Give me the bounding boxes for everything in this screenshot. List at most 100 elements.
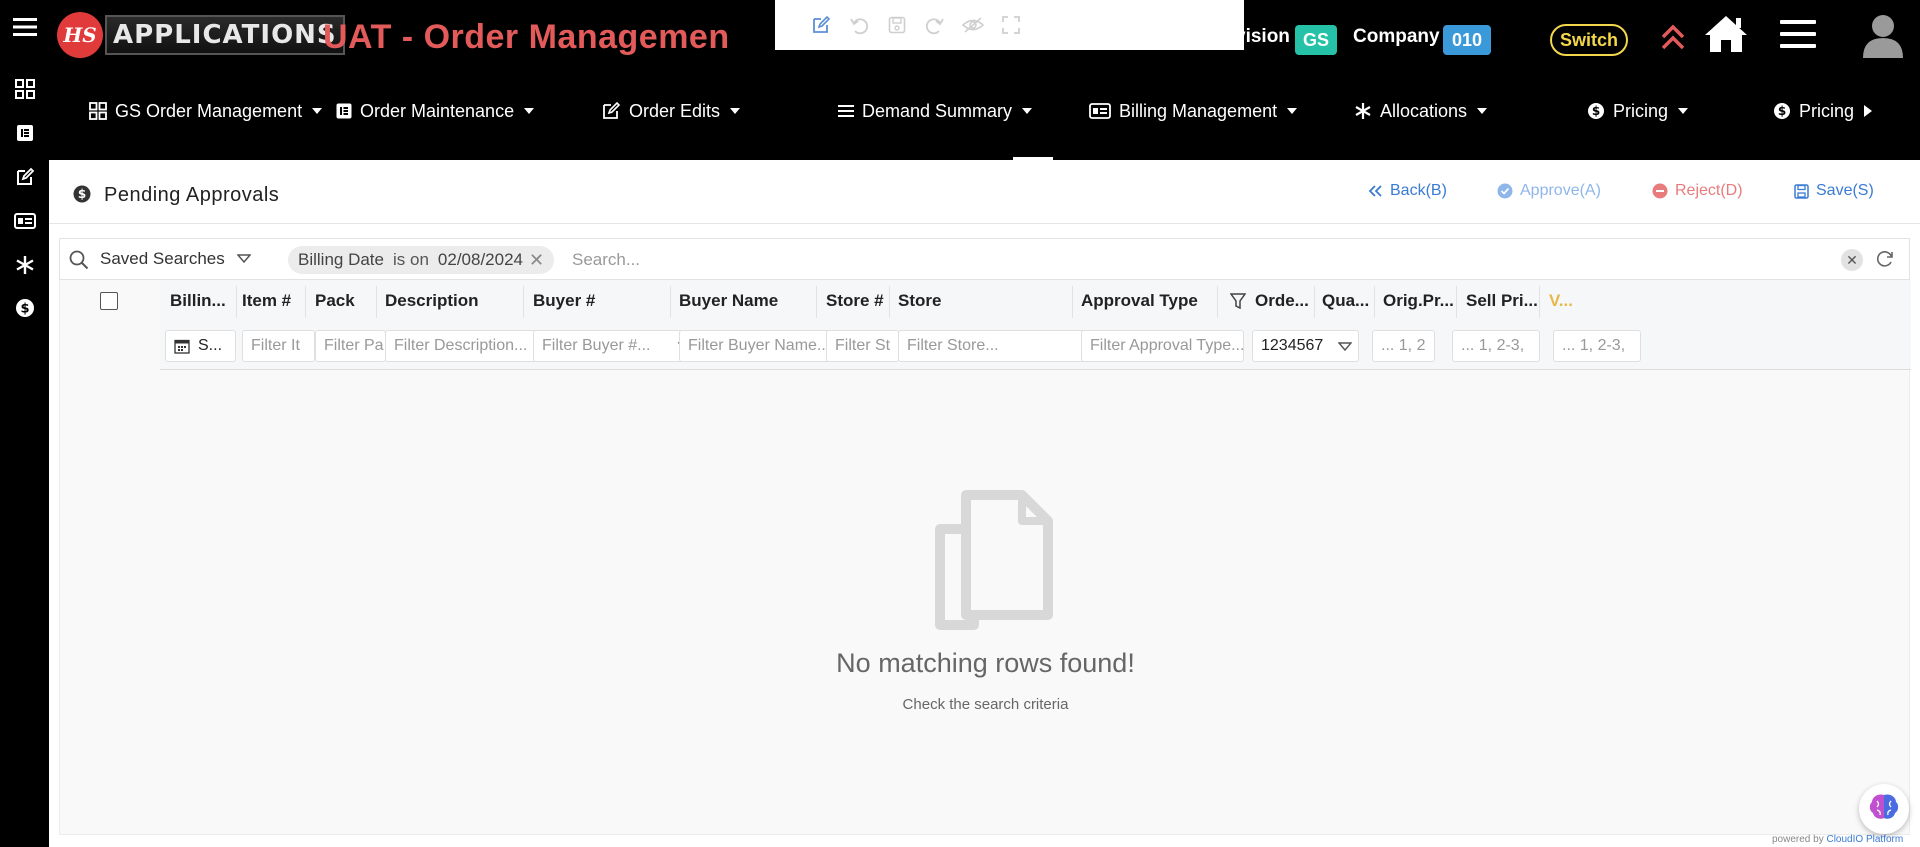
- column-header-store-number[interactable]: Store #: [826, 291, 884, 311]
- chevron-down-icon: [1287, 108, 1298, 114]
- logo-mark: HS: [57, 12, 103, 58]
- column-header-quantity[interactable]: Qua...: [1322, 291, 1369, 311]
- sidebar-id-card-icon[interactable]: [12, 208, 38, 234]
- column-header-pack[interactable]: Pack: [315, 291, 355, 311]
- company-logo[interactable]: HS APPLICATIONS: [57, 10, 345, 60]
- filter-chip-billing-date[interactable]: Billing Date is on 02/08/2024 ✕: [288, 246, 555, 274]
- pack-filter[interactable]: Filter Pa: [315, 330, 386, 362]
- back-button[interactable]: Back(B): [1367, 182, 1447, 200]
- nav-order-edits[interactable]: Order Edits: [601, 96, 741, 126]
- store-number-filter[interactable]: Filter St: [826, 330, 899, 362]
- column-header-buyer-name[interactable]: Buyer Name: [679, 291, 778, 311]
- hide-eye-icon[interactable]: [961, 13, 985, 37]
- column-header-buyer-number[interactable]: Buyer #: [533, 291, 595, 311]
- nav-pricing[interactable]: $ Pricing: [1587, 96, 1689, 126]
- save-button[interactable]: Save(S): [1794, 182, 1874, 200]
- sidebar-dollar-coin-icon[interactable]: $: [12, 295, 38, 321]
- expand-icon[interactable]: [999, 13, 1023, 37]
- sidebar-grid-icon[interactable]: [12, 76, 38, 102]
- item-filter[interactable]: Filter It: [242, 330, 315, 362]
- sidebar-edit-icon[interactable]: [12, 164, 38, 190]
- edit-icon[interactable]: [809, 13, 833, 37]
- saved-searches-dropdown[interactable]: Saved Searches: [100, 249, 252, 269]
- nav-label: Demand Summary: [862, 100, 1013, 121]
- powered-prefix: powered by: [1772, 834, 1824, 845]
- main-menu-icon[interactable]: [1780, 18, 1816, 50]
- nav-label: GS Order Management: [115, 100, 303, 121]
- reject-button[interactable]: Reject(D): [1652, 182, 1743, 200]
- approve-button[interactable]: Approve(A): [1497, 182, 1601, 200]
- chip-value: 02/08/2024: [437, 250, 524, 269]
- left-sidebar: $: [0, 0, 49, 847]
- buyer-number-filter[interactable]: Filter Buyer #...: [533, 330, 699, 362]
- column-header-order[interactable]: Orde...: [1255, 291, 1309, 311]
- empty-state-subtitle: Check the search criteria: [902, 696, 1069, 713]
- redo-icon[interactable]: [923, 13, 947, 37]
- home-icon[interactable]: [1703, 14, 1749, 54]
- refresh-icon[interactable]: [1875, 249, 1895, 274]
- column-header-sell-price[interactable]: Sell Pri...: [1466, 291, 1538, 311]
- chevron-down-icon: [312, 108, 323, 114]
- nav-billing-management[interactable]: Billing Management: [1089, 96, 1298, 126]
- close-icon[interactable]: ✕: [529, 250, 544, 271]
- search-icon: [69, 250, 89, 275]
- nav-label: Allocations: [1380, 100, 1468, 121]
- column-header-description[interactable]: Description: [385, 291, 479, 311]
- double-chevron-left-icon: [1367, 184, 1383, 198]
- order-filter[interactable]: 1234567: [1252, 330, 1359, 362]
- reject-label: Reject(D): [1675, 182, 1743, 199]
- column-header-store[interactable]: Store: [898, 291, 941, 311]
- powered-brand-link[interactable]: CloudIO Platform: [1826, 834, 1903, 845]
- column-header-approval-type[interactable]: Approval Type: [1081, 291, 1198, 311]
- store-filter[interactable]: Filter Store...: [898, 330, 1109, 362]
- collapse-header-icon[interactable]: [1661, 24, 1685, 52]
- nav-pricing-more[interactable]: $ Pricing: [1773, 96, 1873, 126]
- nav-gs-order-management[interactable]: GS Order Management: [89, 96, 323, 126]
- billing-date-filter[interactable]: S...: [165, 330, 236, 362]
- grid-icon: [89, 102, 107, 120]
- switch-button[interactable]: Switch: [1550, 24, 1628, 56]
- sidebar-asterisk-icon[interactable]: [12, 252, 38, 278]
- nav-allocations[interactable]: Allocations: [1354, 96, 1488, 126]
- orig-price-filter[interactable]: ... 1, 2-3,: [1452, 330, 1540, 362]
- save-disk-icon[interactable]: [885, 13, 909, 37]
- clear-search-icon[interactable]: ✕: [1841, 249, 1863, 271]
- svg-text:$: $: [1592, 104, 1600, 118]
- approval-type-filter[interactable]: Filter Approval Type...: [1081, 330, 1244, 362]
- sidebar-document-icon[interactable]: [12, 120, 38, 146]
- buyer-name-filter[interactable]: Filter Buyer Name...: [679, 330, 847, 362]
- column-separator: [236, 286, 237, 318]
- sell-price-filter[interactable]: ... 1, 2-3,: [1553, 330, 1641, 362]
- undo-icon[interactable]: [847, 13, 871, 37]
- ai-assistant-button[interactable]: [1859, 784, 1909, 834]
- nav-label: Billing Management: [1119, 100, 1278, 121]
- select-all-checkbox[interactable]: [100, 292, 118, 310]
- nav-demand-summary[interactable]: Demand Summary: [838, 96, 1033, 126]
- quantity-filter[interactable]: ... 1, 2: [1372, 330, 1435, 362]
- edit-toolbar: [775, 0, 1244, 50]
- data-grid: Billin... Item # Pack Description Buyer …: [59, 280, 1911, 835]
- edit-icon: [601, 101, 621, 121]
- nav-label: Order Edits: [629, 100, 721, 121]
- column-separator: [1217, 286, 1218, 318]
- nav-order-maintenance[interactable]: Order Maintenance: [336, 96, 535, 126]
- chevron-down-icon: [1678, 108, 1689, 114]
- chip-field: Billing Date: [298, 250, 384, 269]
- svg-text:$: $: [78, 187, 86, 201]
- nav-label: Pricing: [1799, 100, 1855, 121]
- column-header-orig-price[interactable]: Orig.Pr...: [1383, 291, 1454, 311]
- grid-header-row: Billin... Item # Pack Description Buyer …: [160, 280, 1911, 324]
- hamburger-menu-icon[interactable]: [12, 14, 38, 40]
- search-bar: Saved Searches Billing Date is on 02/08/…: [59, 238, 1910, 280]
- column-header-billing[interactable]: Billin...: [170, 291, 226, 311]
- column-separator: [670, 286, 671, 318]
- top-header: HS APPLICATIONS UAT - Order Managemen Di…: [49, 0, 1920, 160]
- search-input[interactable]: [572, 248, 1572, 272]
- id-card-icon: [1089, 103, 1111, 119]
- grid-selector-column: [60, 280, 160, 370]
- main-content: $ Pending Approvals Back(B) Approve(A) R…: [49, 160, 1920, 847]
- user-avatar-icon[interactable]: [1861, 12, 1905, 58]
- description-filter[interactable]: Filter Description...: [385, 330, 554, 362]
- column-header-item[interactable]: Item #: [242, 291, 291, 311]
- column-header-v[interactable]: V...: [1549, 291, 1573, 311]
